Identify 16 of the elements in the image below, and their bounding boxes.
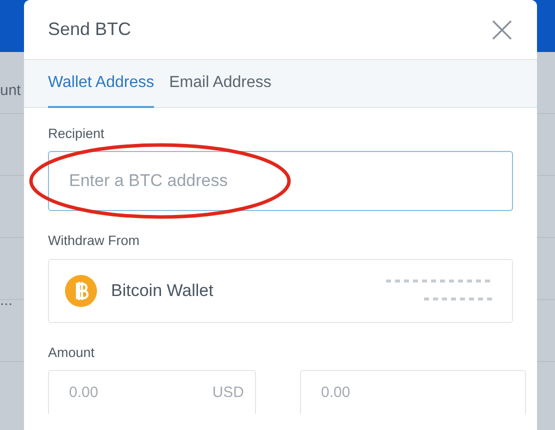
field-label: Recipient — [48, 125, 106, 143]
currency-label: USD — [212, 382, 244, 403]
tab[interactable]: Wallet Address — [48, 60, 154, 108]
wallet-selector[interactable]: Bitcoin Wallet — [48, 258, 513, 322]
close-button[interactable] — [491, 18, 513, 40]
background-text: ... — [0, 291, 13, 311]
field-label: Amount — [48, 344, 96, 362]
background-text: unt — [0, 81, 21, 101]
close-icon — [491, 18, 513, 40]
field-label: Withdraw From — [48, 232, 141, 250]
tab[interactable]: Email Address — [169, 60, 272, 108]
crypto-amount-field[interactable]: 0.00 — [300, 370, 526, 414]
bitcoin-icon — [65, 274, 97, 306]
modal-title: Send BTC — [48, 18, 132, 41]
recipient-field[interactable]: Enter a BTC address — [48, 151, 513, 212]
wallet-name: Bitcoin Wallet — [111, 280, 214, 302]
